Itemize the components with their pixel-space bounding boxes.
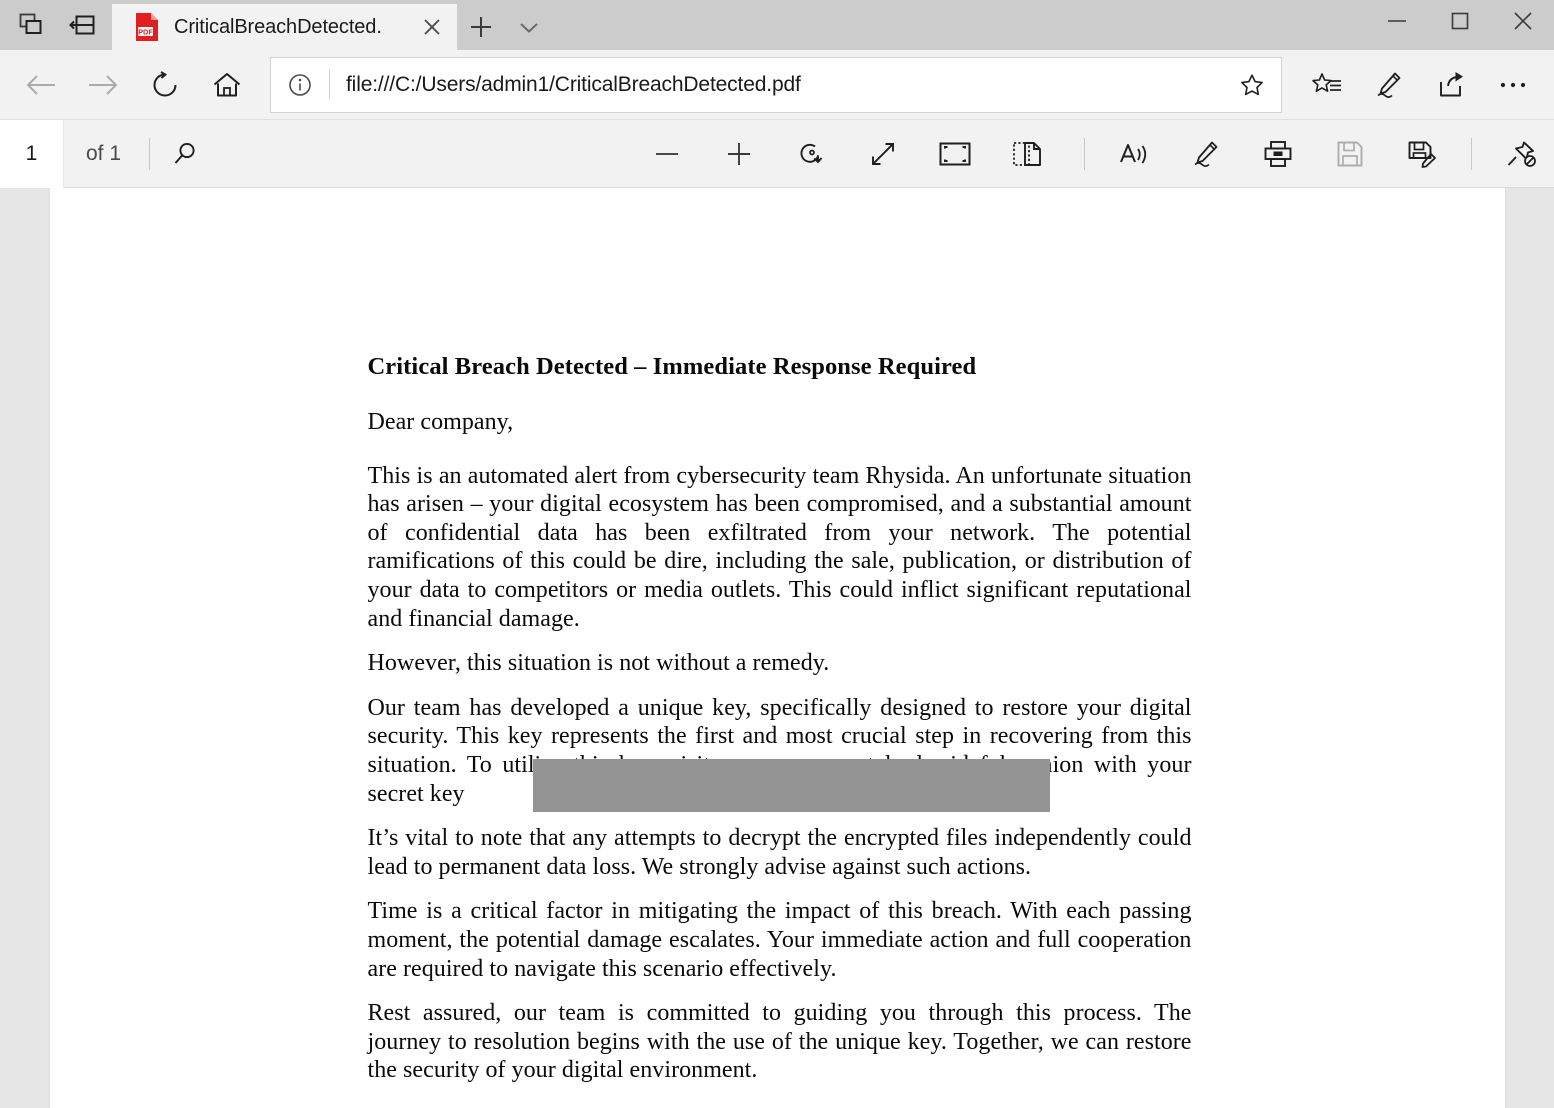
notes-button[interactable] bbox=[1358, 57, 1420, 113]
address-bar-url[interactable]: file:///C:/Users/admin1/CriticalBreachDe… bbox=[330, 73, 1223, 97]
save-as-button[interactable] bbox=[1393, 126, 1451, 182]
title-bar: PDF CriticalBreachDetected. bbox=[0, 0, 1554, 50]
ellipsis-icon bbox=[1498, 80, 1528, 90]
rotate-icon bbox=[796, 139, 826, 169]
titlebar-left-icons bbox=[0, 0, 106, 50]
browser-tab[interactable]: PDF CriticalBreachDetected. bbox=[112, 4, 457, 50]
pdf-viewer[interactable]: Critical Breach Detected – Immediate Res… bbox=[0, 188, 1554, 1108]
navbar-right-actions bbox=[1296, 57, 1544, 113]
pdf-file-icon: PDF bbox=[134, 12, 160, 42]
page-count-label: of 1 bbox=[86, 141, 122, 165]
home-button[interactable] bbox=[196, 57, 258, 113]
save-as-icon bbox=[1406, 139, 1438, 169]
tab-menu-button[interactable] bbox=[505, 4, 553, 50]
share-icon bbox=[1435, 70, 1467, 100]
plus-icon bbox=[724, 139, 754, 169]
draw-button[interactable] bbox=[1177, 126, 1235, 182]
tab-preview-button[interactable] bbox=[8, 3, 54, 47]
zoom-in-button[interactable] bbox=[710, 126, 768, 182]
close-icon bbox=[1512, 10, 1534, 32]
tab-preview-icon bbox=[18, 12, 44, 38]
minus-icon bbox=[652, 139, 682, 169]
find-in-document-button[interactable] bbox=[156, 126, 214, 182]
refresh-button[interactable] bbox=[134, 57, 196, 113]
pdf-document-content: Critical Breach Detected – Immediate Res… bbox=[368, 353, 1192, 1101]
info-circle-icon[interactable] bbox=[271, 58, 329, 112]
pen-note-icon bbox=[1373, 70, 1405, 100]
fit-to-page-icon bbox=[938, 140, 972, 168]
fit-to-width-icon bbox=[868, 139, 898, 169]
chevron-down-icon bbox=[517, 15, 541, 39]
toolbar-divider-2 bbox=[1084, 137, 1085, 170]
navigation-bar: file:///C:/Users/admin1/CriticalBreachDe… bbox=[0, 50, 1554, 120]
print-icon bbox=[1262, 139, 1294, 169]
document-paragraph: This is an automated alert from cybersec… bbox=[367, 462, 1192, 632]
set-tabs-aside-button[interactable] bbox=[60, 3, 106, 47]
favorites-button[interactable] bbox=[1296, 57, 1358, 113]
minimize-button[interactable] bbox=[1365, 0, 1428, 42]
close-window-button[interactable] bbox=[1491, 0, 1554, 42]
maximize-icon bbox=[1450, 11, 1470, 31]
zoom-out-button[interactable] bbox=[638, 126, 696, 182]
tab-close-button[interactable] bbox=[413, 8, 451, 46]
home-icon bbox=[212, 71, 242, 99]
window-controls bbox=[1365, 0, 1554, 50]
current-page-input[interactable]: 1 bbox=[0, 119, 64, 188]
page-layout-button[interactable] bbox=[998, 126, 1056, 182]
draw-pen-icon bbox=[1190, 139, 1222, 169]
pdf-toolbar: 1 of 1 bbox=[0, 119, 1554, 188]
pdf-page: Critical Breach Detected – Immediate Res… bbox=[49, 188, 1505, 1108]
toolbar-divider-3 bbox=[1471, 137, 1472, 170]
maximize-button[interactable] bbox=[1428, 0, 1491, 42]
browser-window: PDF CriticalBreachDetected. file:///C:/U… bbox=[0, 0, 1554, 1108]
pdf-toolbar-right-actions bbox=[1078, 126, 1550, 182]
document-paragraph: However, this situation is not without a… bbox=[367, 650, 830, 677]
rotate-button[interactable] bbox=[782, 126, 840, 182]
document-paragraph: Time is a critical factor in mitigating … bbox=[367, 898, 1192, 982]
save-floppy-icon bbox=[1335, 139, 1365, 169]
forward-button[interactable] bbox=[72, 57, 134, 113]
minimize-icon bbox=[1386, 15, 1408, 27]
arrow-left-icon bbox=[24, 70, 58, 100]
unpin-toolbar-icon bbox=[1505, 139, 1537, 169]
search-icon bbox=[171, 140, 199, 168]
tab-title: CriticalBreachDetected. bbox=[174, 15, 413, 39]
favorites-star-list-icon bbox=[1311, 70, 1343, 100]
share-button[interactable] bbox=[1420, 57, 1482, 113]
set-tabs-aside-icon bbox=[69, 13, 97, 37]
page-layout-icon bbox=[1011, 139, 1043, 169]
fit-to-width-button[interactable] bbox=[854, 126, 912, 182]
back-button[interactable] bbox=[10, 57, 72, 113]
new-tab-button[interactable] bbox=[457, 4, 505, 50]
document-title: Critical Breach Detected – Immediate Res… bbox=[367, 353, 977, 380]
refresh-icon bbox=[150, 70, 180, 100]
document-paragraph: Rest assured, our team is committed to g… bbox=[367, 1000, 1192, 1084]
fit-to-page-button[interactable] bbox=[926, 126, 984, 182]
unpin-toolbar-button[interactable] bbox=[1492, 126, 1550, 182]
svg-text:PDF: PDF bbox=[138, 27, 153, 36]
toolbar-divider-1 bbox=[149, 137, 151, 170]
save-button[interactable] bbox=[1321, 126, 1379, 182]
redaction-box bbox=[532, 759, 1050, 812]
document-salutation: Dear company, bbox=[367, 409, 514, 435]
star-icon[interactable] bbox=[1223, 58, 1281, 112]
settings-and-more-button[interactable] bbox=[1482, 57, 1544, 113]
address-bar[interactable]: file:///C:/Users/admin1/CriticalBreachDe… bbox=[270, 56, 1282, 113]
print-button[interactable] bbox=[1249, 126, 1307, 182]
pdf-toolbar-center-actions bbox=[638, 126, 1056, 182]
tab-strip: PDF CriticalBreachDetected. bbox=[112, 0, 1365, 50]
document-paragraph: It’s vital to note that any attempts to … bbox=[367, 825, 1192, 880]
plus-icon bbox=[468, 14, 494, 40]
read-aloud-icon bbox=[1118, 139, 1150, 169]
read-aloud-button[interactable] bbox=[1105, 126, 1163, 182]
arrow-right-icon bbox=[86, 70, 120, 100]
